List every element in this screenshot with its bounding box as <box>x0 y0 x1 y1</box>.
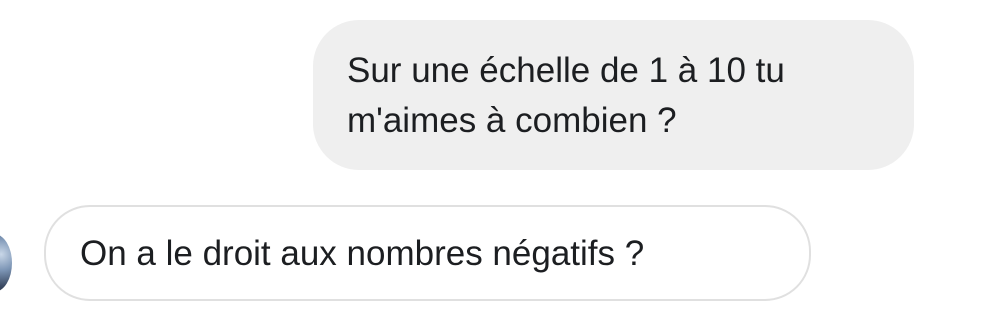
received-message-bubble[interactable]: On a le droit aux nombres négatifs ? <box>44 205 811 301</box>
sent-message-bubble[interactable]: Sur une échelle de 1 à 10 tu m'aimes à c… <box>313 20 914 170</box>
sent-message-line: m'aimes à combien ? <box>347 101 677 140</box>
chat-thread: Sur une échelle de 1 à 10 tu m'aimes à c… <box>0 0 981 327</box>
sent-message-line: Sur une échelle de 1 à 10 tu <box>347 51 785 90</box>
contact-avatar[interactable] <box>0 234 12 292</box>
received-message-text: On a le droit aux nombres négatifs ? <box>80 234 645 273</box>
